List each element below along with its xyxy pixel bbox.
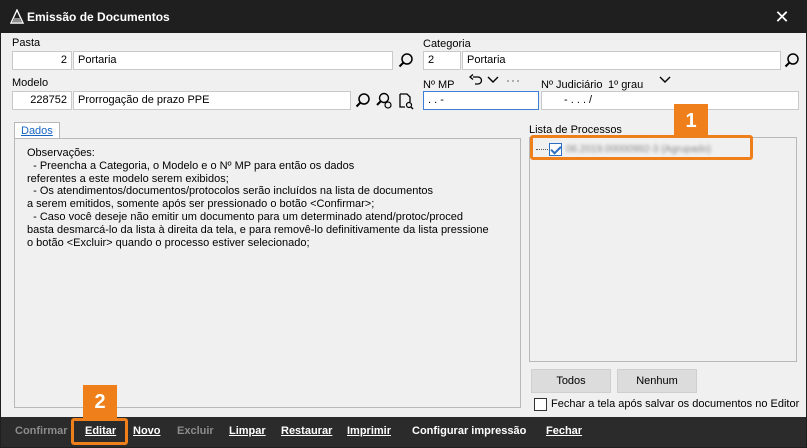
select-all-button[interactable]: Todos — [531, 369, 611, 393]
search-icon[interactable] — [783, 52, 801, 70]
select-none-button[interactable]: Nenhum — [617, 369, 697, 393]
pasta-name-field[interactable]: Portaria — [73, 51, 393, 70]
window-title: Emissão de Documentos — [27, 10, 170, 24]
confirm-button[interactable]: Confirmar — [15, 425, 68, 437]
restore-button[interactable]: Restaurar — [281, 425, 332, 437]
modelo-label: Modelo — [12, 77, 49, 89]
close-button[interactable]: Fechar — [546, 425, 582, 437]
chevron-down-icon[interactable] — [659, 75, 671, 85]
observations-text: Observações: - Preencha a Categoria, o M… — [27, 147, 489, 249]
modelo-code-field[interactable]: 228752 — [12, 91, 72, 110]
grau-label[interactable]: 1º grau — [608, 79, 643, 91]
callout-badge-2: 2 — [83, 385, 117, 419]
undo-icon[interactable] — [469, 74, 483, 86]
observations-panel: Observações: - Preencha a Categoria, o M… — [14, 138, 521, 408]
print-settings-button[interactable]: Configurar impressão — [412, 425, 526, 437]
document-emission-window: Emissão de Documentos ✕ Pasta 2 Portaria… — [0, 0, 807, 448]
app-logo-icon — [9, 9, 25, 24]
title-bar: Emissão de Documentos ✕ — [1, 1, 806, 33]
search-icon[interactable] — [354, 92, 372, 110]
close-after-save-label[interactable]: Fechar a tela após salvar os documentos … — [551, 398, 799, 410]
more-icon[interactable] — [506, 78, 520, 84]
clear-button[interactable]: Limpar — [229, 425, 266, 437]
delete-button[interactable]: Excluir — [177, 425, 214, 437]
judiciario-number-field[interactable]: - . . . / — [541, 91, 799, 110]
callout-badge-1: 1 — [674, 104, 708, 138]
search-settings-icon[interactable] — [375, 92, 393, 110]
print-button[interactable]: Imprimir — [347, 425, 391, 437]
categoria-name-field[interactable]: Portaria — [462, 51, 781, 70]
modelo-name-field[interactable]: Prorrogação de prazo PPE — [73, 91, 351, 110]
search-icon[interactable] — [397, 52, 415, 70]
document-search-icon[interactable] — [397, 92, 415, 110]
pasta-label: Pasta — [12, 37, 41, 49]
close-after-save-checkbox[interactable] — [534, 398, 547, 411]
highlight-edit-button — [71, 418, 128, 445]
categoria-label: Categoria — [423, 38, 471, 50]
judiciario-label: Nº Judiciário — [541, 79, 603, 91]
highlight-process-item — [530, 135, 753, 160]
new-button[interactable]: Novo — [133, 425, 161, 437]
mp-number-field[interactable]: . . - — [423, 91, 539, 110]
chevron-down-icon[interactable] — [487, 75, 499, 85]
close-icon[interactable]: ✕ — [772, 7, 792, 27]
mp-label: Nº MP — [423, 79, 455, 91]
tab-dados[interactable]: Dados — [14, 122, 60, 139]
process-list: 06.2019.00000992-3 (Agrupado) — [529, 137, 797, 362]
categoria-code-field[interactable]: 2 — [423, 51, 461, 70]
pasta-code-field[interactable]: 2 — [12, 51, 72, 70]
